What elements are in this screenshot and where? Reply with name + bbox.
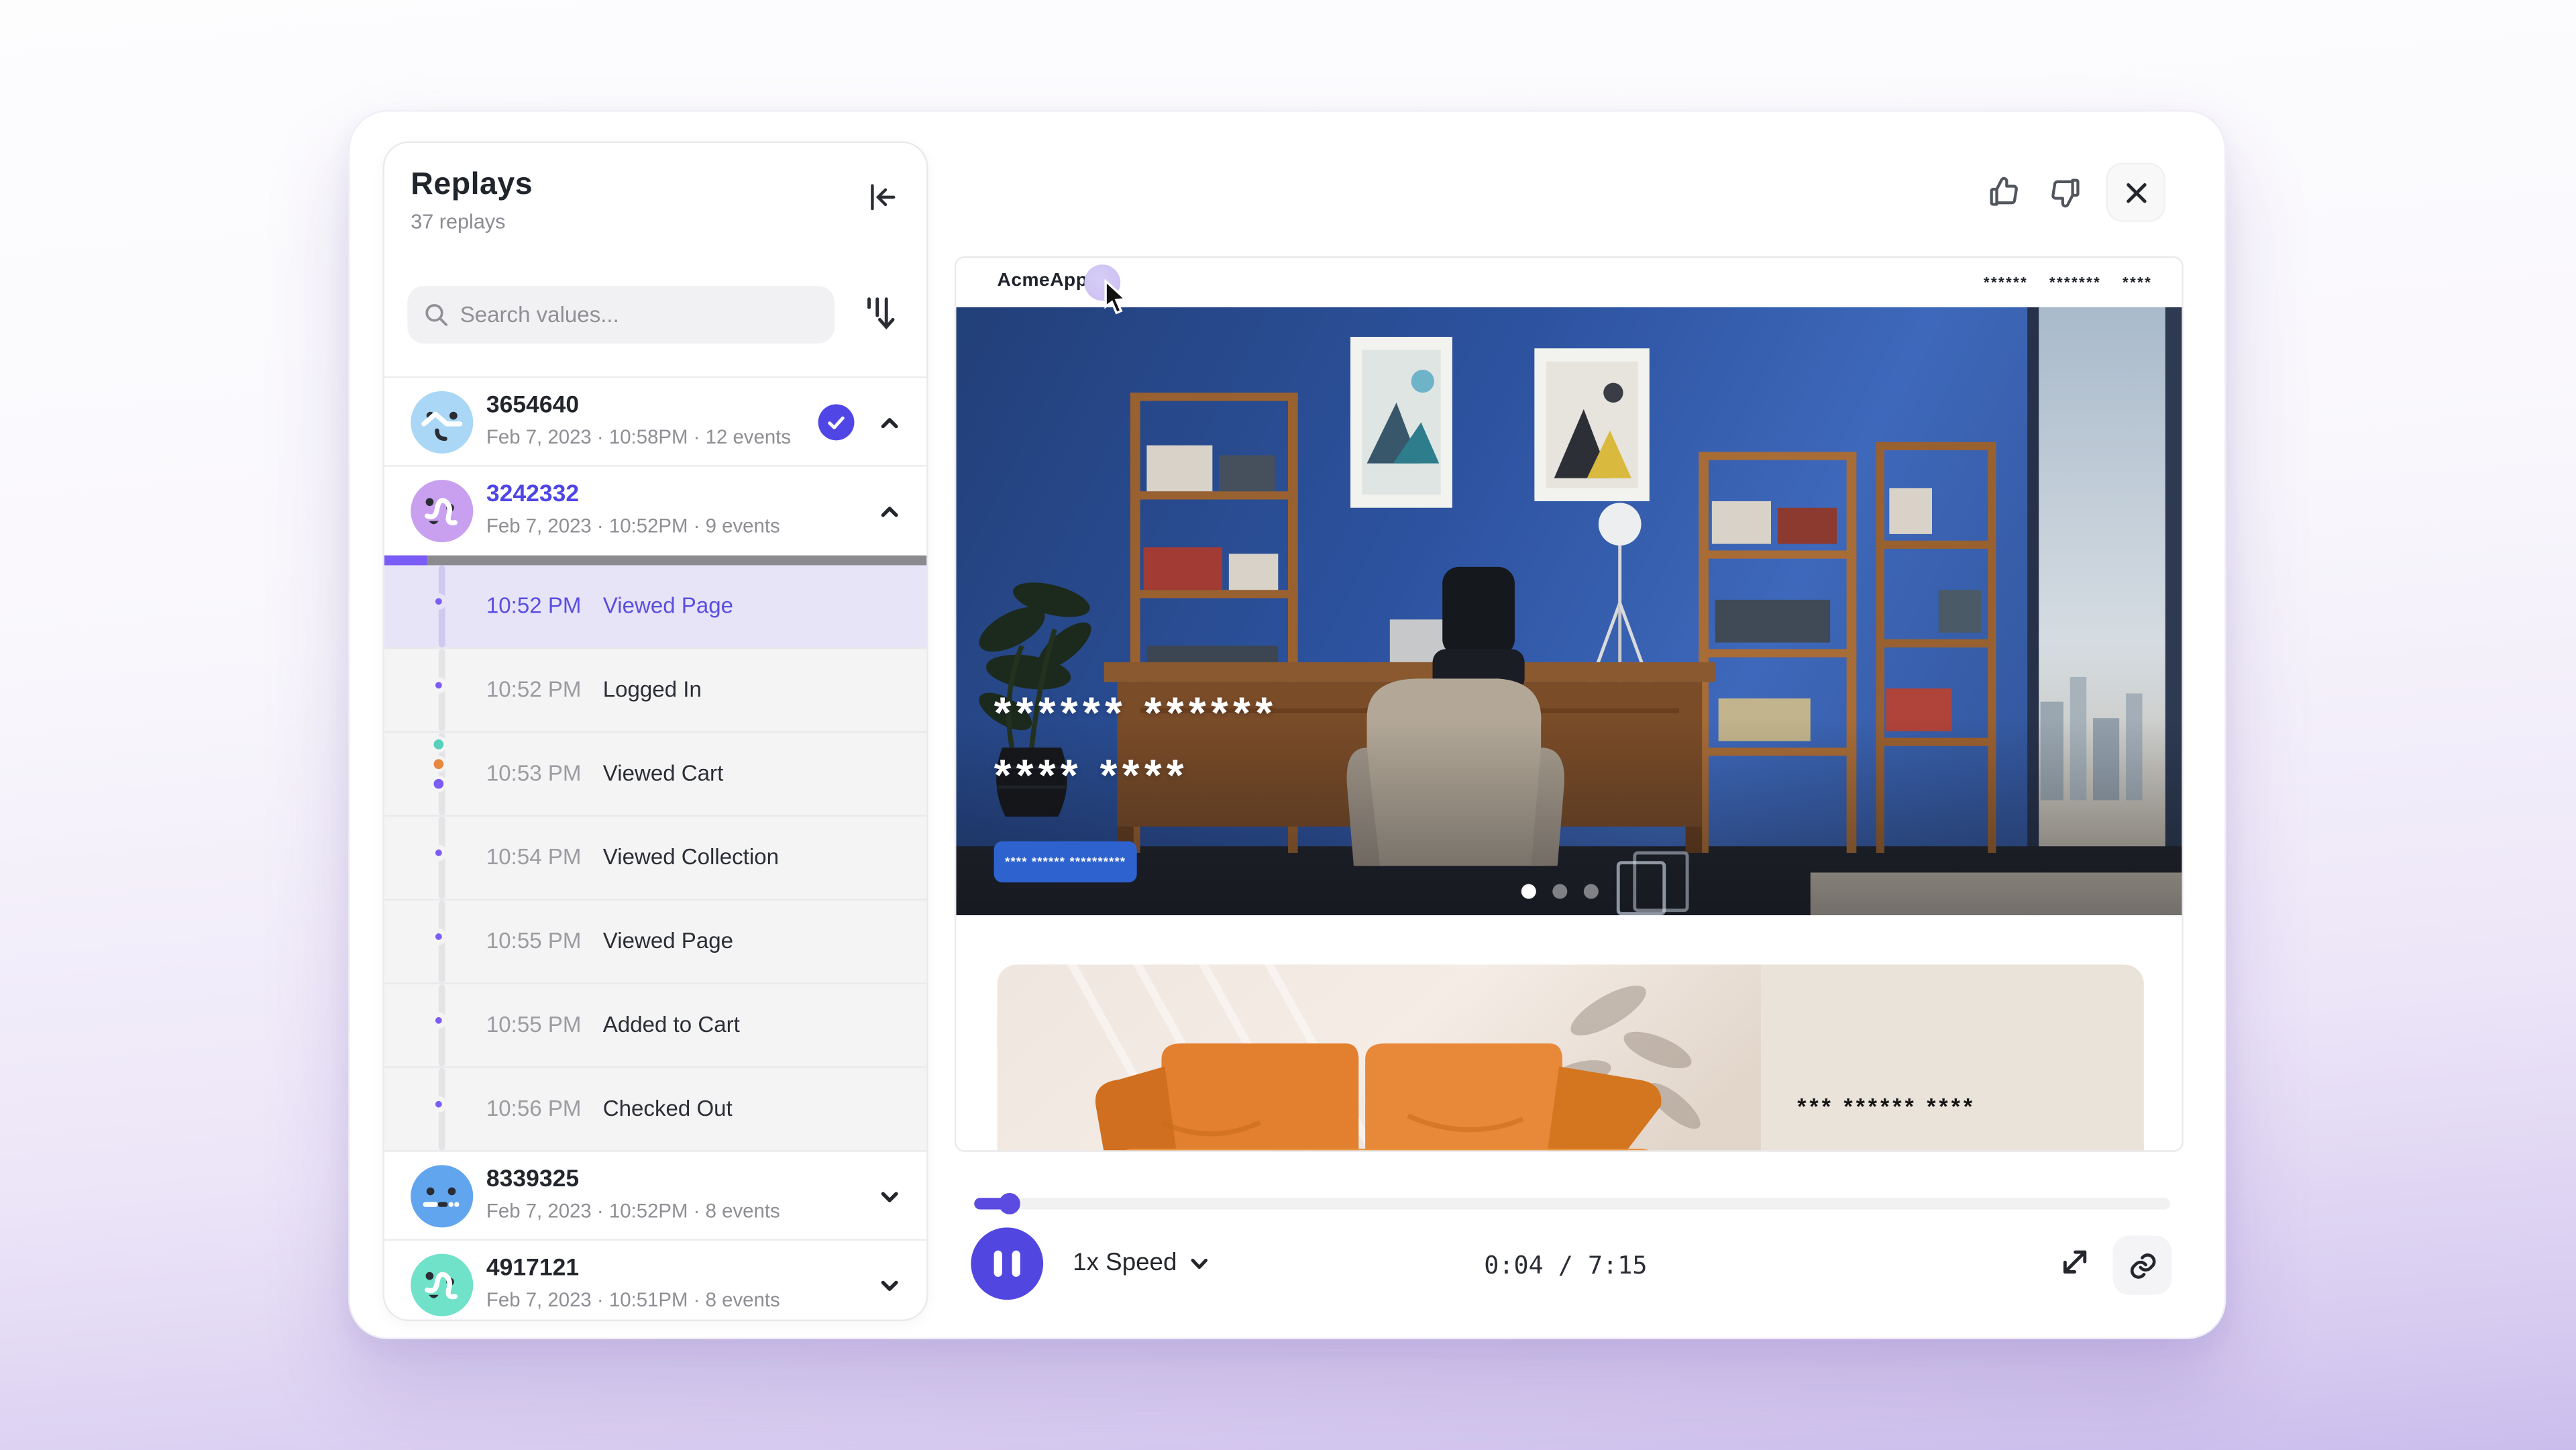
- event-row[interactable]: 10:52 PM Viewed Page: [384, 565, 928, 649]
- carousel-dot-active[interactable]: [1521, 884, 1536, 899]
- speed-selector[interactable]: 1x Speed: [1073, 1249, 1210, 1277]
- sort-icon[interactable]: [861, 293, 900, 335]
- masked-product-caption: *** ****** ****: [1797, 1093, 1976, 1119]
- avatar: [411, 480, 473, 542]
- session-row-selected[interactable]: 3242332 Feb 7, 2023 · 10:52PM · 9 events: [384, 467, 928, 556]
- event-label: Checked Out: [603, 1096, 733, 1121]
- session-id: 3654640: [486, 393, 579, 419]
- session-id: 4917121: [486, 1255, 579, 1282]
- event-row[interactable]: 10:56 PM Checked Out: [384, 1068, 928, 1152]
- event-dot-cluster: [431, 736, 447, 792]
- chevron-down-icon[interactable]: [879, 1275, 900, 1296]
- magazine-rack-outline: [1617, 861, 1666, 915]
- chevron-up-icon[interactable]: [879, 501, 900, 523]
- event-row[interactable]: 10:54 PM Viewed Collection: [384, 817, 928, 900]
- event-time: 10:53 PM: [486, 761, 582, 786]
- scrubber-handle[interactable]: [999, 1193, 1020, 1214]
- event-dot: [431, 845, 447, 861]
- recorded-cursor-icon: [1101, 279, 1130, 315]
- search-placeholder: Search values...: [460, 303, 619, 327]
- playback-time: 0:04 / 7:15: [1336, 1251, 1796, 1280]
- thumbs-down-icon[interactable]: [2045, 172, 2085, 212]
- event-row[interactable]: 10:55 PM Added to Cart: [384, 984, 928, 1068]
- masked-nav-item[interactable]: ****: [2123, 274, 2152, 291]
- carousel-dot[interactable]: [1552, 884, 1567, 899]
- event-row[interactable]: 10:55 PM Viewed Page: [384, 900, 928, 984]
- event-time: 10:54 PM: [486, 845, 582, 870]
- session-row[interactable]: 4917121 Feb 7, 2023 · 10:51PM · 8 events: [384, 1241, 928, 1321]
- session-progress-bar[interactable]: [384, 556, 928, 566]
- session-id: 8339325: [486, 1167, 579, 1193]
- search-icon: [424, 303, 449, 327]
- event-time: 10:55 PM: [486, 929, 582, 953]
- masked-hero-cta-button[interactable]: **** ****** **********: [994, 841, 1137, 882]
- masked-nav-item[interactable]: *******: [2049, 274, 2101, 291]
- screen: Replays 37 replays Search values...: [0, 0, 2576, 1450]
- session-list: 3654640 Feb 7, 2023 · 10:58PM · 12 event…: [384, 376, 928, 1321]
- product-card[interactable]: *** ****** ****: [998, 965, 2144, 1152]
- modal-actions: [1984, 162, 2165, 221]
- product-caption-panel: *** ****** ****: [1761, 965, 2144, 1152]
- pause-button[interactable]: [971, 1227, 1043, 1300]
- event-label: Viewed Cart: [603, 761, 724, 786]
- replays-sidebar: Replays 37 replays Search values...: [383, 142, 928, 1321]
- watched-check-icon: [818, 404, 855, 440]
- copy-link-button[interactable]: [2112, 1236, 2171, 1295]
- masked-nav: ****** ******* ****: [1984, 274, 2152, 291]
- avatar: [411, 1165, 473, 1227]
- event-row[interactable]: 10:53 PM Viewed Cart: [384, 733, 928, 817]
- page-title: Replays: [411, 168, 533, 204]
- session-progress-fill: [384, 556, 427, 566]
- site-logo: AcmeApp: [998, 271, 1088, 291]
- event-label: Viewed Page: [603, 929, 733, 953]
- replayed-site-header: AcmeApp ****** ******* ****: [956, 258, 2182, 307]
- event-label: Viewed Page: [603, 593, 733, 618]
- masked-hero-heading: ****** ****** **** ****: [994, 682, 1278, 807]
- event-time: 10:52 PM: [486, 677, 582, 702]
- event-time: 10:55 PM: [486, 1013, 582, 1037]
- hero-banner: ****** ****** **** **** **** ****** ****…: [956, 307, 2183, 915]
- replay-viewport: AcmeApp ****** ******* ****: [955, 256, 2184, 1152]
- replay-count: 37 replays: [411, 210, 505, 233]
- search-input[interactable]: Search values...: [407, 286, 835, 344]
- replay-modal: Replays 37 replays Search values...: [348, 110, 2226, 1339]
- speed-label: 1x Speed: [1073, 1249, 1177, 1277]
- event-time: 10:52 PM: [486, 593, 582, 618]
- sofa-photo: [998, 965, 1762, 1152]
- chevron-up-icon[interactable]: [879, 413, 900, 434]
- event-dot: [431, 929, 447, 945]
- session-row[interactable]: 3654640 Feb 7, 2023 · 10:58PM · 12 event…: [384, 378, 928, 466]
- session-id: 3242332: [486, 482, 579, 508]
- event-row[interactable]: 10:52 PM Logged In: [384, 649, 928, 733]
- avatar: [411, 391, 473, 454]
- avatar: [411, 1254, 473, 1316]
- event-label: Logged In: [603, 677, 702, 702]
- thumbs-up-icon[interactable]: [1984, 172, 2024, 212]
- carousel-dots: [1521, 884, 1599, 899]
- event-dot: [431, 593, 447, 609]
- chevron-down-icon: [1190, 1253, 1210, 1272]
- chevron-down-icon[interactable]: [879, 1186, 900, 1208]
- event-label: Added to Cart: [603, 1013, 740, 1037]
- session-meta: Feb 7, 2023 · 10:51PM · 8 events: [486, 1288, 780, 1311]
- session-meta: Feb 7, 2023 · 10:52PM · 8 events: [486, 1200, 780, 1223]
- fullscreen-icon[interactable]: [2059, 1245, 2095, 1282]
- event-dot: [431, 1096, 447, 1112]
- collapse-sidebar-icon[interactable]: [864, 179, 900, 215]
- event-label: Viewed Collection: [603, 845, 779, 870]
- playback-scrubber[interactable]: [974, 1198, 2170, 1209]
- event-time: 10:56 PM: [486, 1096, 582, 1121]
- event-dot: [431, 1013, 447, 1029]
- hero-scene-graphic: [956, 307, 2183, 915]
- event-dot: [431, 677, 447, 693]
- session-row[interactable]: 8339325 Feb 7, 2023 · 10:52PM · 8 events: [384, 1152, 928, 1241]
- masked-nav-item[interactable]: ******: [1984, 274, 2028, 291]
- close-button[interactable]: [2106, 162, 2165, 221]
- close-icon: [2123, 180, 2148, 205]
- carousel-dot[interactable]: [1584, 884, 1599, 899]
- pause-icon: [994, 1251, 1002, 1277]
- session-meta: Feb 7, 2023 · 10:52PM · 9 events: [486, 515, 780, 537]
- link-icon: [2127, 1249, 2158, 1281]
- session-meta: Feb 7, 2023 · 10:58PM · 12 events: [486, 425, 791, 448]
